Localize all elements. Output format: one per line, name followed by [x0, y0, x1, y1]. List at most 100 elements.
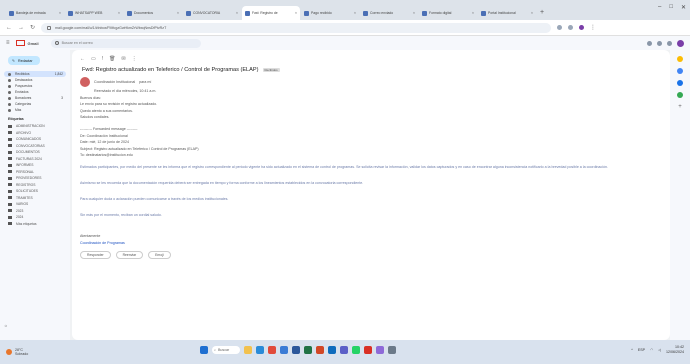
label-tag-icon: [8, 202, 12, 206]
volume-icon[interactable]: ◁: [658, 348, 661, 352]
language-indicator[interactable]: ESP: [638, 348, 645, 352]
file-explorer-icon[interactable]: [244, 346, 252, 354]
tasks-icon[interactable]: [677, 80, 683, 86]
tab-close-icon[interactable]: ×: [354, 11, 356, 15]
browser-tab[interactable]: Pago recibido ×: [301, 6, 359, 20]
delete-icon[interactable]: 🗑: [109, 56, 115, 62]
maximize-icon[interactable]: □: [669, 4, 673, 11]
browser-tab[interactable]: Correo enviado ×: [360, 6, 418, 20]
compose-button[interactable]: ✎ Redactar: [8, 56, 40, 65]
sidebar-item[interactable]: Más: [4, 107, 66, 113]
tab-close-icon[interactable]: ×: [531, 11, 533, 15]
folder-icon: [8, 90, 11, 94]
forwarded-header-line: Subject: Registro actualizado en Telefer…: [80, 146, 199, 151]
powerpoint-icon[interactable]: [316, 346, 324, 354]
teams-icon[interactable]: [340, 346, 348, 354]
settings-icon[interactable]: [388, 346, 396, 354]
clock[interactable]: 10:42 12/06/2024: [666, 345, 684, 354]
extension-icon[interactable]: [557, 25, 563, 30]
recipient-meta[interactable]: para mí: [139, 80, 151, 84]
back-to-inbox-icon[interactable]: ←: [80, 56, 85, 62]
more-icon[interactable]: ⋮: [132, 56, 137, 62]
weather-widget[interactable]: 28°C Soleado: [6, 348, 28, 356]
help-icon[interactable]: [647, 40, 652, 46]
close-icon[interactable]: ✕: [681, 4, 686, 11]
label-tag-icon: [8, 150, 12, 154]
hamburger-icon[interactable]: ≡: [6, 40, 10, 46]
photos-icon[interactable]: [376, 346, 384, 354]
back-icon[interactable]: ←: [6, 25, 12, 31]
add-addon-icon[interactable]: +: [678, 104, 682, 110]
menu-icon[interactable]: ⋮: [590, 24, 596, 31]
tab-close-icon[interactable]: ×: [413, 11, 415, 15]
browser-tab[interactable]: Bandeja de entrada ×: [6, 6, 64, 20]
browser-tab[interactable]: Documentos ×: [124, 6, 182, 20]
url-field[interactable]: mail.google.com/mail/u/1/#inbox/FMfcgzGw…: [41, 22, 552, 33]
reply-actions: Responder Reenviar Emoji: [80, 251, 662, 260]
apps-icon[interactable]: [667, 40, 672, 46]
forward-icon[interactable]: →: [18, 25, 24, 31]
edge-icon[interactable]: [256, 346, 264, 354]
keep-icon[interactable]: [677, 68, 683, 74]
tab-close-icon[interactable]: ×: [472, 11, 474, 15]
tab-close-icon[interactable]: ×: [59, 11, 61, 15]
tab-close-icon[interactable]: ×: [295, 11, 297, 15]
search-input[interactable]: Buscar en el correo: [50, 38, 201, 48]
reload-icon[interactable]: ↻: [30, 24, 35, 31]
signature-closing: Atentamente: [80, 233, 101, 238]
url-text: mail.google.com/mail/u/1/#inbox/FMfcgzGw…: [55, 25, 167, 30]
browser-tab[interactable]: WHATSAPP WEB ×: [65, 6, 123, 20]
windows-start-icon[interactable]: [200, 346, 208, 354]
sidebar-item-label: Pospuestos: [15, 84, 33, 88]
sidebar-label-text: COMUNICADOS: [16, 137, 42, 142]
forwarded-header-line: De: Coordinación Institucional: [80, 133, 128, 138]
profile-icon[interactable]: [579, 25, 585, 30]
search-icon: ⌕: [214, 348, 217, 352]
tab-close-icon[interactable]: ×: [177, 11, 179, 15]
label-chip[interactable]: Recibidos: [262, 68, 280, 72]
extension-icon[interactable]: [568, 25, 574, 30]
reply-button[interactable]: Emoji: [148, 251, 171, 260]
contacts-icon[interactable]: [677, 92, 683, 98]
reply-button[interactable]: Responder: [80, 251, 111, 260]
chat-icon[interactable]: ☺: [4, 324, 8, 328]
subject-text: Fwd: Registro actualizado en Teleferico …: [82, 67, 259, 73]
new-tab-button[interactable]: +: [537, 6, 547, 20]
archive-icon[interactable]: ▭: [91, 56, 96, 62]
pdf-icon[interactable]: [364, 346, 372, 354]
wifi-icon[interactable]: ◠: [650, 348, 653, 352]
store-icon[interactable]: [280, 346, 288, 354]
avatar[interactable]: [677, 39, 684, 47]
chevron-up-icon[interactable]: ^: [631, 348, 633, 352]
tab-favicon-icon: [68, 10, 73, 16]
sender-avatar[interactable]: [80, 77, 90, 87]
report-spam-icon[interactable]: !: [102, 56, 103, 62]
body-line: Quedo atento a sus comentarios.: [80, 108, 133, 113]
word-icon[interactable]: [292, 346, 300, 354]
browser-tab[interactable]: CONVOCATORIA ×: [183, 6, 241, 20]
sidebar-label-text: FACTURAS 2024: [16, 156, 42, 161]
outlook-icon[interactable]: [328, 346, 336, 354]
browser-tab[interactable]: Formato digital ×: [419, 6, 477, 20]
tab-close-icon[interactable]: ×: [236, 11, 238, 15]
mark-unread-icon[interactable]: ✉: [121, 56, 125, 62]
window-controls: – □ ✕: [658, 4, 686, 11]
reply-button[interactable]: Reenviar: [115, 251, 144, 260]
sidebar-label[interactable]: Más etiquetas: [4, 221, 66, 228]
whatsapp-icon[interactable]: [352, 346, 360, 354]
settings-icon[interactable]: [657, 40, 662, 46]
email-toolbar: ← ▭ ! 🗑 ✉ ⋮: [80, 54, 662, 63]
gmail-logo[interactable]: Gmail: [15, 40, 39, 46]
chrome-icon[interactable]: [268, 346, 276, 354]
body-paragraph: Asimismo se les recuerda que la document…: [80, 180, 364, 185]
browser-tab[interactable]: Fwd: Registro de ×: [242, 6, 300, 20]
sender-name[interactable]: Coordinación Institucional: [94, 80, 135, 84]
tab-close-icon[interactable]: ×: [118, 11, 120, 15]
browser-tab[interactable]: Portal Institucional ×: [478, 6, 536, 20]
taskbar-search[interactable]: ⌕ Buscar: [212, 346, 240, 354]
search-icon[interactable]: [54, 41, 59, 45]
excel-icon[interactable]: [304, 346, 312, 354]
sender-row: Coordinación Institucional para mí: [80, 77, 662, 87]
calendar-icon[interactable]: [677, 56, 683, 62]
minimize-icon[interactable]: –: [658, 4, 661, 11]
